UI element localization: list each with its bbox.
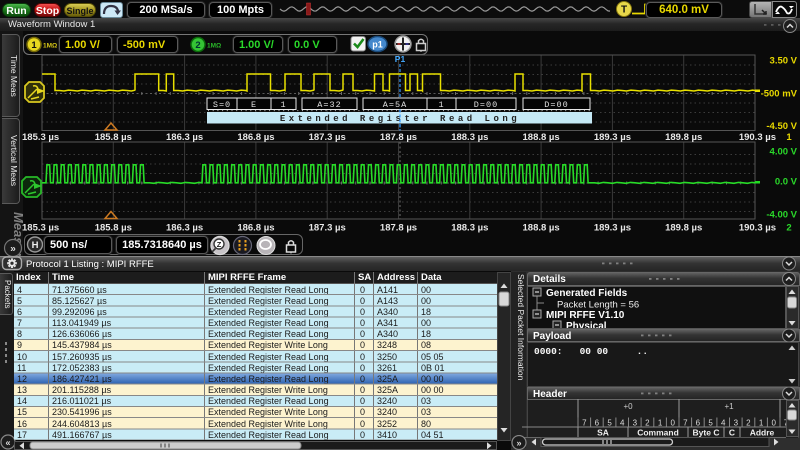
svg-text:0: 0 bbox=[771, 419, 776, 428]
svg-text:2: 2 bbox=[645, 419, 650, 428]
svg-text:4: 4 bbox=[620, 419, 625, 428]
svg-text:6: 6 bbox=[595, 419, 600, 428]
svg-text:3: 3 bbox=[633, 419, 638, 428]
svg-text:+0: +0 bbox=[623, 402, 633, 411]
svg-text:2: 2 bbox=[746, 419, 751, 428]
svg-text:4: 4 bbox=[721, 419, 726, 428]
svg-text:6: 6 bbox=[696, 419, 701, 428]
svg-text:1: 1 bbox=[658, 419, 663, 428]
svg-text:7: 7 bbox=[683, 419, 688, 428]
svg-text:1: 1 bbox=[759, 419, 764, 428]
svg-text:3: 3 bbox=[734, 419, 739, 428]
svg-text:5: 5 bbox=[607, 419, 612, 428]
svg-text:0: 0 bbox=[670, 419, 675, 428]
svg-text:7: 7 bbox=[582, 419, 587, 428]
svg-text:5: 5 bbox=[708, 419, 713, 428]
svg-text:+1: +1 bbox=[724, 402, 734, 411]
svg-text:»: » bbox=[516, 438, 521, 448]
